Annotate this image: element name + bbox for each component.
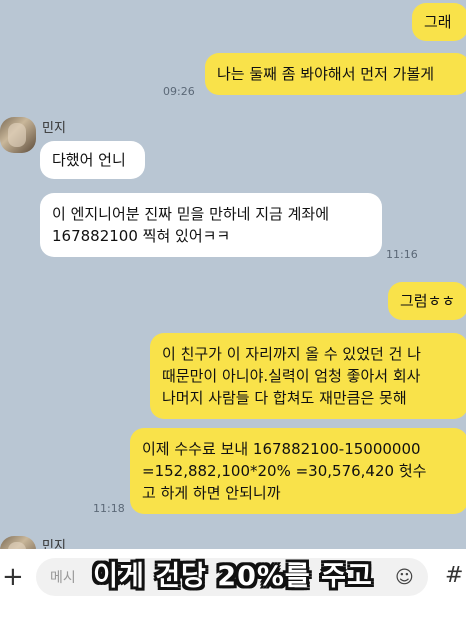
timestamp: 09:26 — [163, 85, 195, 98]
message-text-line: 때문만이 아니야.실력이 엄청 좋아서 회사 — [162, 367, 421, 385]
message-bubble-other[interactable]: 이 엔지니어분 진짜 믿을 만하네 지금 계좌에 167882100 찍혀 있어… — [40, 193, 382, 257]
message-text-line: 이 엔지니어분 진짜 믿을 만하네 지금 계좌에 — [52, 205, 330, 223]
message-text: 나는 둘째 좀 봐야해서 먼저 가볼게 — [217, 65, 435, 83]
message-text-line: 167882100 찍혀 있어ㅋㅋ — [52, 227, 231, 245]
message-bubble-other[interactable]: 다했어 언니 — [40, 141, 145, 179]
message-bubble-me[interactable]: 그래 — [412, 3, 466, 41]
message-text-line: 이 친구가 이 자리까지 올 수 있었던 건 나 — [162, 345, 421, 363]
message-text: 그럼ㅎㅎ — [400, 292, 456, 310]
message-bubble-me[interactable]: 그럼ㅎㅎ — [388, 282, 466, 320]
message-text-line: 이제 수수료 보내 167882100-15000000 — [142, 440, 421, 458]
message-bubble-me[interactable]: 이 친구가 이 자리까지 올 수 있었던 건 나 때문만이 아니야.실력이 엄청… — [150, 333, 466, 419]
timestamp: 11:16 — [386, 248, 418, 261]
message-text-line: =152,882,100*20% =30,576,420 헛수 — [142, 462, 427, 480]
sender-name: 민지 — [42, 121, 66, 136]
timestamp: 11:18 — [93, 502, 125, 515]
message-text-line: 나머지 사람들 다 합쳐도 재만큼은 못해 — [162, 389, 407, 407]
message-text: 다했어 언니 — [52, 151, 126, 169]
message-text: 그래 — [424, 13, 452, 31]
message-bubble-me[interactable]: 이제 수수료 보내 167882100-15000000 =152,882,10… — [130, 428, 466, 514]
overlay-caption: 이게 건당 20%를 주고 — [93, 561, 373, 592]
message-text-line: 고 하게 하면 안되니까 — [142, 484, 281, 502]
avatar[interactable] — [0, 117, 36, 153]
message-bubble-me[interactable]: 나는 둘째 좀 봐야해서 먼저 가볼게 — [205, 53, 466, 95]
